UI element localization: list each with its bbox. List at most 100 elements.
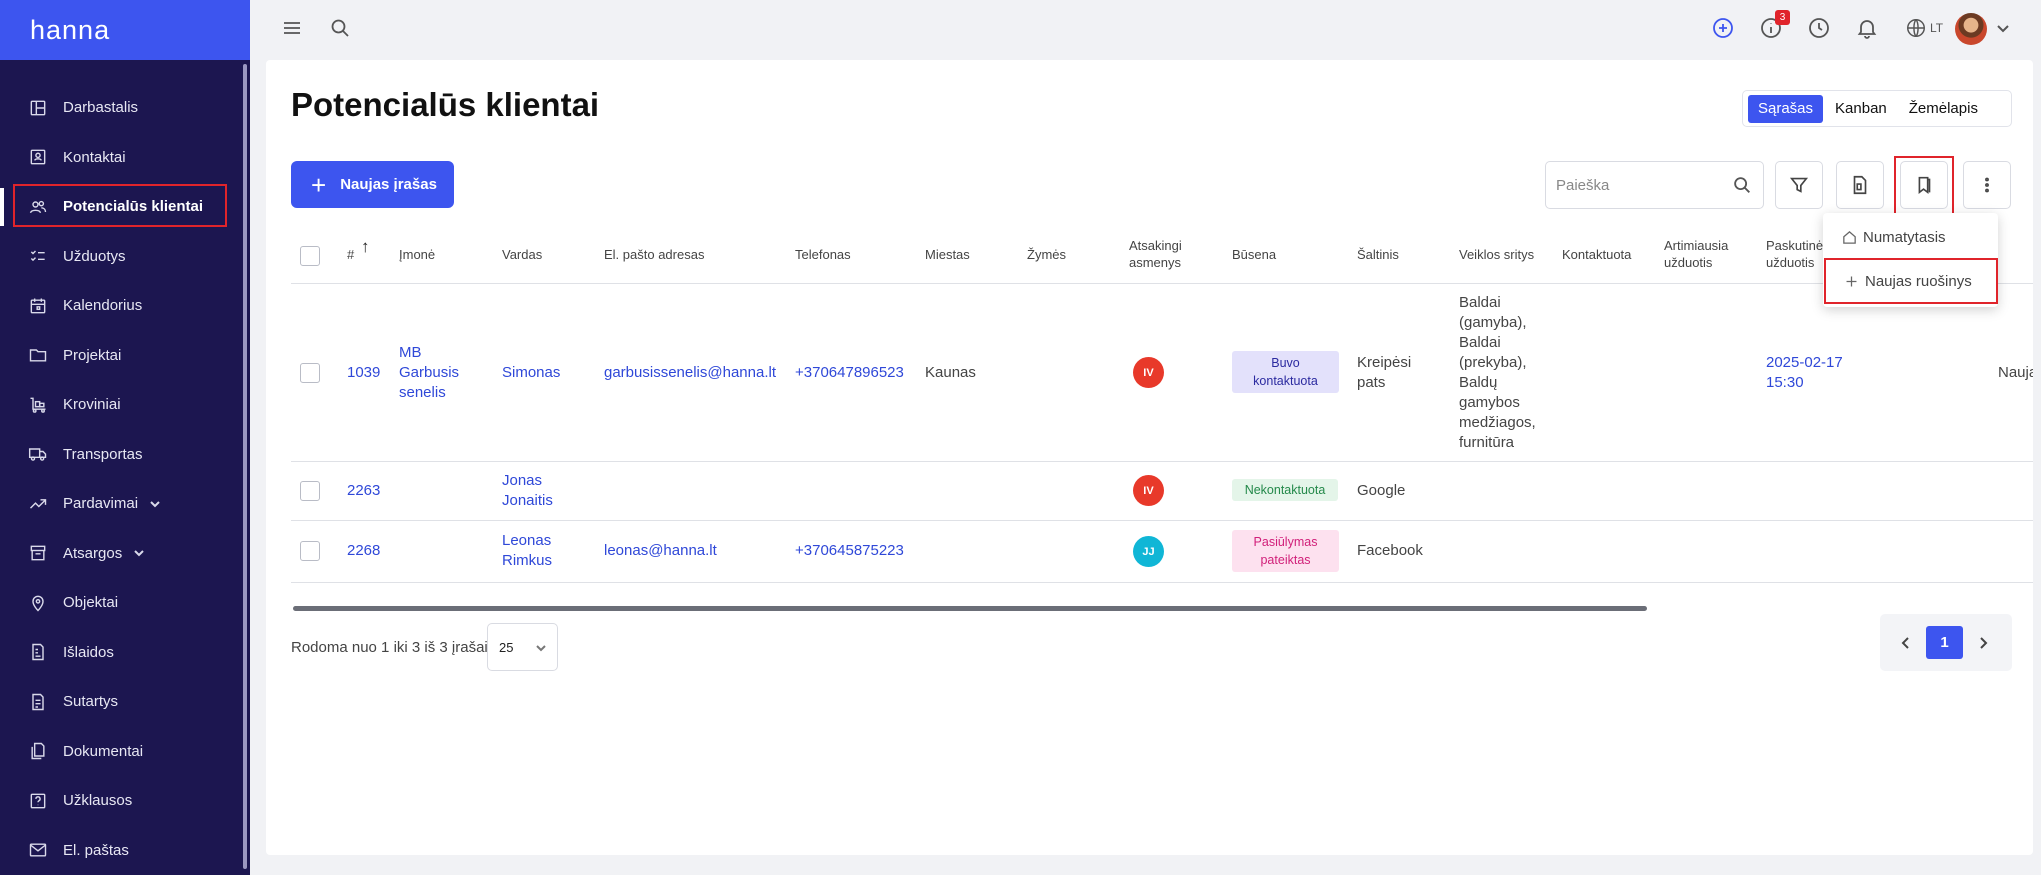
sidebar-item-map-pin[interactable]: Objektai [0, 578, 250, 628]
sidebar-item-contact-card[interactable]: Kontaktai [0, 133, 250, 183]
header-email[interactable]: El. pašto adresas [604, 246, 704, 263]
sidebar-item-documents[interactable]: Dokumentai [0, 727, 250, 777]
chevron-left-icon [1901, 636, 1909, 649]
row-name[interactable]: Simonas [502, 363, 560, 383]
header-phone[interactable]: Telefonas [795, 246, 851, 263]
sort-arrow-icon[interactable]: ↑ [361, 237, 370, 257]
sidebar-item-label: Užklausos [63, 792, 133, 810]
view-map-button[interactable]: Žemėlapis [1899, 95, 1988, 123]
info-icon[interactable]: 3 [1759, 10, 1790, 40]
menu-icon[interactable] [280, 16, 304, 40]
per-page-value: 25 [499, 639, 514, 655]
row-number[interactable]: 1039 [347, 363, 380, 383]
chevron-down-icon [536, 645, 546, 652]
row-checkbox[interactable] [300, 481, 320, 501]
view-switcher: Sąrašas Kanban Žemėlapis [1742, 90, 2012, 127]
row-number[interactable]: 2268 [347, 541, 380, 561]
page-button-current[interactable]: 1 [1926, 626, 1963, 659]
saved-views-highlight [1894, 156, 1954, 216]
chevron-down-icon[interactable] [132, 546, 146, 560]
sidebar-item-label: Projektai [63, 346, 122, 364]
table-row[interactable]: 2268 Leonas Rimkus leonas@hanna.lt +3706… [291, 521, 2033, 583]
prev-page-button[interactable] [1894, 631, 1918, 655]
row-name[interactable]: Jonas Jonaitis [502, 471, 572, 511]
search-icon[interactable] [328, 16, 352, 40]
chevron-right-icon [1980, 636, 1988, 649]
per-page-select[interactable]: 25 [487, 623, 558, 671]
new-record-button[interactable]: + Naujas įrašas [291, 161, 454, 208]
sidebar-item-archive[interactable]: Atsargos [0, 529, 250, 579]
header-activity[interactable]: Veiklos sritys [1459, 246, 1534, 263]
plus-icon: + [311, 169, 327, 200]
dropdown-item-new-draft[interactable]: Naujas ruošinys [1824, 258, 1998, 304]
sidebar-item-label: Kontaktai [63, 148, 126, 166]
sidebar-item-dashboard[interactable]: Darbastalis [0, 83, 250, 133]
header-name[interactable]: Vardas [502, 246, 542, 263]
language-switcher[interactable]: LT [1905, 17, 1943, 39]
row-phone[interactable]: +370647896523 [795, 363, 904, 383]
header-responsible[interactable]: Atsakingi asmenys [1129, 237, 1193, 271]
row-last-task[interactable]: 2025-02-17 15:30 [1766, 353, 1856, 393]
question-icon [28, 791, 48, 811]
search-input[interactable] [1556, 176, 1731, 194]
table-row[interactable]: 1039 MB Garbusis senelis Simonas garbusi… [291, 284, 2033, 462]
active-item-highlight [13, 184, 227, 227]
search-icon[interactable] [1731, 174, 1753, 196]
header-number[interactable]: # [347, 246, 354, 263]
row-email[interactable]: garbusissenelis@hanna.lt [604, 363, 776, 383]
clock-icon[interactable] [1807, 16, 1831, 40]
sidebar-item-question[interactable]: Užklausos [0, 776, 250, 826]
select-all-checkbox[interactable] [300, 246, 320, 266]
folder-icon [28, 345, 48, 365]
sidebar-item-folder[interactable]: Projektai [0, 331, 250, 381]
header-contacted[interactable]: Kontaktuota [1562, 246, 1631, 263]
sidebar-item-trending-up[interactable]: Pardavimai [0, 479, 250, 529]
row-email[interactable]: leonas@hanna.lt [604, 541, 717, 561]
page-title: Potencialūs klientai [291, 86, 600, 123]
view-list-button[interactable]: Sąrašas [1748, 94, 1824, 123]
sidebar-item-mail[interactable]: El. paštas [0, 826, 250, 875]
row-company[interactable]: MB Garbusis senelis [399, 343, 479, 403]
header-last-task[interactable]: Paskutinė užduotis [1766, 237, 1824, 271]
header-next-task[interactable]: Artimiausia užduotis [1664, 237, 1742, 271]
sidebar-item-truck[interactable]: Transportas [0, 430, 250, 480]
row-name[interactable]: Leonas Rimkus [502, 531, 572, 571]
sidebar-item-users[interactable]: Potencialūs klientai [0, 182, 250, 232]
export-button[interactable] [1836, 161, 1884, 209]
sidebar-item-calendar[interactable]: Kalendorius [0, 281, 250, 331]
next-page-button[interactable] [1971, 631, 1995, 655]
view-kanban-button[interactable]: Kanban [1825, 95, 1897, 123]
row-number[interactable]: 2263 [347, 481, 380, 501]
sidebar-item-checklist[interactable]: Užduotys [0, 232, 250, 282]
header-source[interactable]: Šaltinis [1357, 246, 1399, 263]
bell-icon[interactable] [1855, 16, 1879, 40]
sidebar-item-contract[interactable]: Sutartys [0, 677, 250, 727]
row-phone[interactable]: +370645875223 [795, 541, 904, 561]
status-badge: Pasiūlymas pateiktas [1232, 530, 1339, 572]
sidebar-item-receipt[interactable]: Išlaidos [0, 628, 250, 678]
header-city[interactable]: Miestas [925, 246, 970, 263]
table-row[interactable]: 2263 Jonas Jonaitis IV Nekontaktuota Goo… [291, 462, 2033, 521]
brand-logo[interactable]: hanna [0, 0, 250, 60]
header-tags[interactable]: Žymės [1027, 246, 1066, 263]
sidebar-scrollbar[interactable] [243, 64, 247, 869]
row-checkbox[interactable] [300, 541, 320, 561]
chevron-down-icon[interactable] [148, 497, 162, 511]
responsible-avatar[interactable]: IV [1133, 357, 1164, 388]
sidebar-item-cargo[interactable]: Kroviniai [0, 380, 250, 430]
trending-up-icon [28, 494, 48, 514]
map-pin-icon [28, 593, 48, 613]
responsible-avatar[interactable]: JJ [1133, 536, 1164, 567]
filter-button[interactable] [1775, 161, 1823, 209]
plus-icon [1846, 276, 1857, 286]
horizontal-scrollbar[interactable] [293, 606, 1647, 611]
more-options-button[interactable] [1963, 161, 2011, 209]
responsible-avatar[interactable]: IV [1133, 475, 1164, 506]
row-checkbox[interactable] [300, 363, 320, 383]
user-avatar[interactable] [1955, 13, 1987, 45]
header-company[interactable]: Įmonė [399, 246, 435, 263]
dropdown-item-default[interactable]: Numatytasis [1823, 218, 1998, 256]
chevron-down-icon[interactable] [1995, 20, 2011, 36]
header-status[interactable]: Būsena [1232, 246, 1276, 263]
add-circle-icon[interactable] [1711, 16, 1735, 40]
